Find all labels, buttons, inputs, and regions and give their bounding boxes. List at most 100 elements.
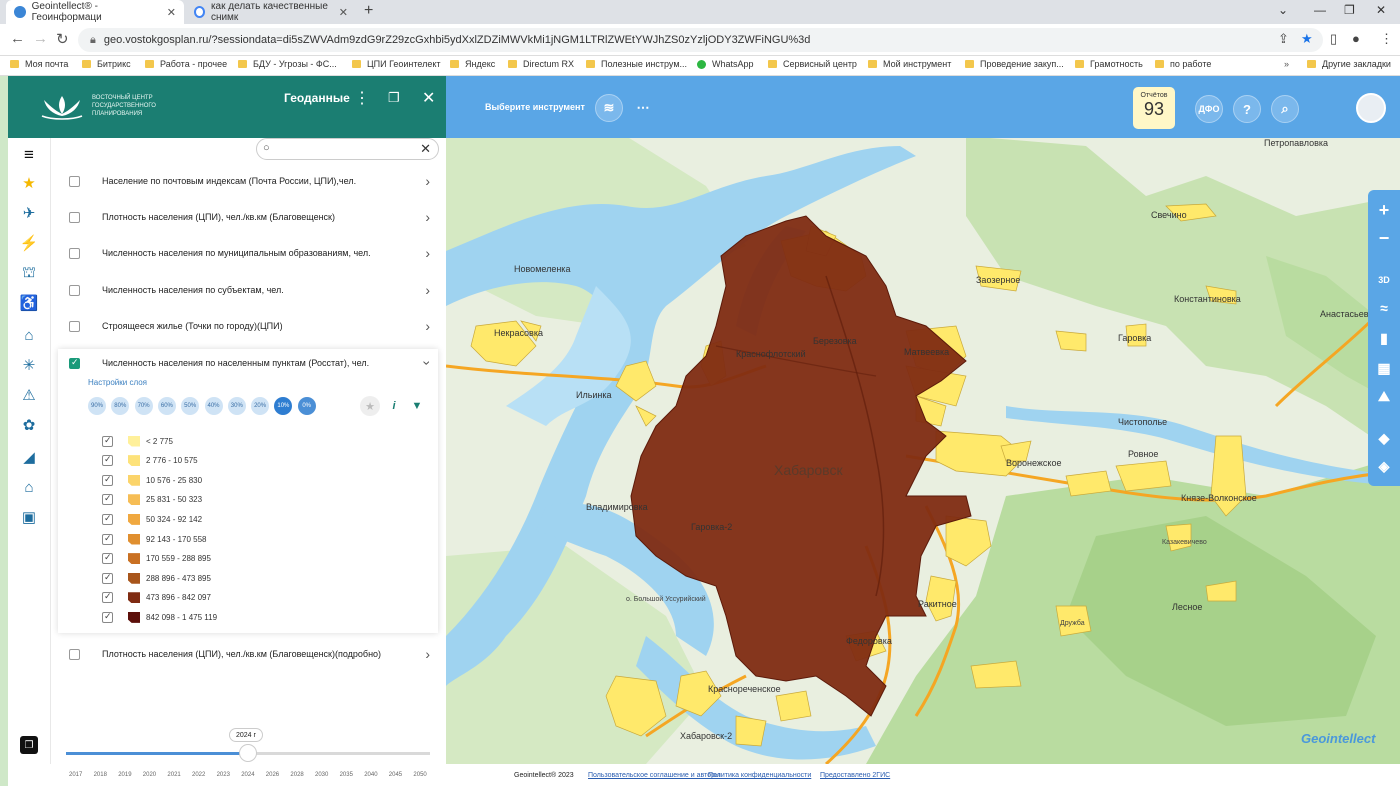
chevron-right-icon[interactable]: › — [425, 209, 430, 225]
url-field[interactable]: 🔒︎ geo.vostokgosplan.ru/?sessiondata=di5… — [78, 28, 1323, 52]
layer-row-expanded[interactable]: Численность населения по населенным пунк… — [52, 345, 436, 381]
bookmark-item[interactable]: БДУ - Угрозы - ФС... — [238, 59, 337, 69]
bookmark-item[interactable]: Работа - прочее — [145, 59, 227, 69]
bookmark-item[interactable]: Битрикс — [82, 59, 131, 69]
menu-icon[interactable]: ⋮ — [1380, 31, 1393, 47]
timeline-year[interactable]: 2018 — [94, 772, 107, 778]
clear-search-icon[interactable]: ✕ — [420, 141, 431, 157]
opacity-option[interactable]: 0% — [297, 397, 316, 415]
reload-icon[interactable]: ↻ — [56, 30, 69, 48]
reports-counter[interactable]: Отчётов 93 — [1133, 87, 1175, 129]
layer-row[interactable]: Плотность населения (ЦПИ), чел./кв.км (Б… — [52, 199, 436, 235]
opacity-option[interactable]: 30% — [227, 397, 246, 415]
opacity-option[interactable]: 70% — [134, 397, 153, 415]
minimize-icon[interactable]: — — [1314, 3, 1326, 17]
people-icon[interactable]: ♿ — [17, 292, 41, 314]
economy-icon[interactable]: ✈ — [17, 202, 41, 224]
copy-icon[interactable]: ❐ — [20, 736, 38, 754]
chevron-right-icon[interactable]: › — [425, 173, 430, 189]
hamburger-icon[interactable]: ≡ — [17, 144, 41, 166]
legend-checkbox[interactable] — [102, 435, 113, 447]
close-panel-icon[interactable]: ✕ — [422, 88, 435, 108]
timeline-year[interactable]: 2021 — [167, 772, 180, 778]
timeline-handle[interactable] — [239, 744, 257, 762]
timeline-year[interactable]: 2019 — [118, 772, 131, 778]
wind-icon[interactable]: ≈ — [1368, 294, 1400, 322]
timeline-year[interactable]: 2020 — [143, 772, 156, 778]
housing-icon[interactable]: ⌂ — [17, 324, 41, 346]
layer-row[interactable]: Плотность населения (ЦПИ), чел./кв.км (Б… — [52, 636, 436, 672]
legend-checkbox[interactable] — [102, 572, 113, 584]
bookmark-item[interactable]: Сервисный центр — [768, 59, 857, 69]
more-icon[interactable]: ⋯ — [629, 94, 657, 122]
legend-checkbox[interactable] — [102, 493, 113, 506]
home-icon[interactable]: ⌂ — [17, 476, 41, 498]
timeline-year[interactable]: 2023 — [217, 772, 230, 778]
map-canvas[interactable]: Петропавловка Свечино Новомеленка Заозерное… — [446, 76, 1400, 764]
legend-checkbox[interactable] — [102, 611, 113, 623]
forward-icon[interactable]: → — [33, 30, 48, 47]
buildings-icon[interactable]: ▦ — [1368, 354, 1400, 382]
layer-checkbox[interactable] — [69, 648, 80, 660]
legend-checkbox[interactable] — [102, 552, 113, 565]
profile-icon[interactable]: ● — [1352, 31, 1360, 46]
filter-icon[interactable]: ▼ — [407, 396, 427, 416]
zoom-out-icon[interactable]: − — [1368, 224, 1400, 252]
traffic-icon[interactable]: ▮ — [1368, 324, 1400, 352]
layer-search-field[interactable]: ○ ✕ — [256, 138, 439, 160]
timeline-year[interactable]: 2026 — [266, 772, 279, 778]
opacity-option[interactable]: 90% — [88, 397, 106, 415]
bookmark-item[interactable]: Моя почта — [10, 59, 68, 69]
sidepanel-icon[interactable]: ▯ — [1330, 31, 1337, 47]
other-bookmarks[interactable]: Другие закладки — [1307, 59, 1391, 69]
layer-checkbox-checked[interactable] — [69, 357, 80, 369]
eraser-icon[interactable]: ◆ — [1368, 424, 1400, 452]
dfo-button[interactable]: ДФО — [1195, 95, 1223, 123]
chevron-right-icon[interactable]: › — [425, 318, 430, 334]
timeline-year[interactable]: 2050 — [413, 772, 426, 778]
bookmark-item[interactable]: Яндекс — [450, 59, 495, 69]
chevron-right-icon[interactable]: › — [425, 245, 430, 261]
3d-icon[interactable]: 3D — [1368, 266, 1400, 294]
layers-icon[interactable]: ≋ — [595, 94, 623, 122]
panel-menu-icon[interactable]: ⋮ — [354, 88, 370, 108]
opacity-option[interactable]: 40% — [204, 397, 223, 415]
close-window-icon[interactable]: ✕ — [1376, 3, 1386, 17]
layer-checkbox[interactable] — [69, 247, 80, 259]
legend-checkbox[interactable] — [102, 591, 113, 604]
tab-search-icon[interactable]: ⌄ — [1278, 3, 1288, 17]
layer-checkbox[interactable] — [69, 284, 80, 296]
layer-row[interactable]: Численность населения по субъектам, чел.… — [52, 272, 436, 308]
browser-tab[interactable]: как делать качественные снимк ✕ — [186, 0, 356, 24]
more-bookmarks-icon[interactable]: » — [1284, 59, 1289, 69]
share-icon[interactable]: ⇪ — [1278, 31, 1289, 47]
timeline-slider[interactable] — [66, 744, 430, 762]
chevron-right-icon[interactable]: › — [425, 646, 430, 662]
tool-select[interactable]: Выберите инструмент▼ — [485, 102, 603, 112]
timeline-year[interactable]: 2022 — [192, 772, 205, 778]
timeline-year[interactable]: 2024 — [241, 772, 254, 778]
search-icon[interactable]: ⌕ — [1271, 95, 1299, 123]
layer-row[interactable]: Численность населения по муниципальным о… — [52, 235, 436, 271]
chevron-right-icon[interactable]: › — [425, 282, 430, 298]
layer-checkbox[interactable] — [69, 175, 80, 187]
layer-checkbox[interactable] — [69, 211, 80, 223]
timeline-year[interactable]: 2045 — [389, 772, 402, 778]
bookmark-item[interactable]: по работе — [1155, 59, 1211, 69]
relief-icon[interactable]: ⛰︎ — [1368, 382, 1400, 410]
opacity-option[interactable]: 20% — [251, 397, 270, 415]
browser-tab-active[interactable]: Geointellect® - Геоинформаци ✕ — [6, 0, 184, 24]
water-icon[interactable]: ◢ — [17, 446, 41, 468]
favorites-star-icon[interactable]: ★ — [17, 172, 41, 194]
close-tab-icon[interactable]: ✕ — [167, 6, 176, 19]
ecology-icon[interactable]: ✿ — [17, 414, 41, 436]
legend-checkbox[interactable] — [102, 533, 113, 545]
bookmark-item[interactable]: Полезные инструм... — [586, 59, 687, 69]
timeline-year[interactable]: 2030 — [315, 772, 328, 778]
legend-checkbox[interactable] — [102, 474, 113, 486]
avatar[interactable] — [1356, 93, 1386, 123]
restore-icon[interactable]: ❐ — [1344, 3, 1355, 17]
timeline-year[interactable]: 2040 — [364, 772, 377, 778]
back-icon[interactable]: ← — [10, 30, 25, 47]
bookmark-item[interactable]: WhatsApp — [697, 59, 754, 69]
